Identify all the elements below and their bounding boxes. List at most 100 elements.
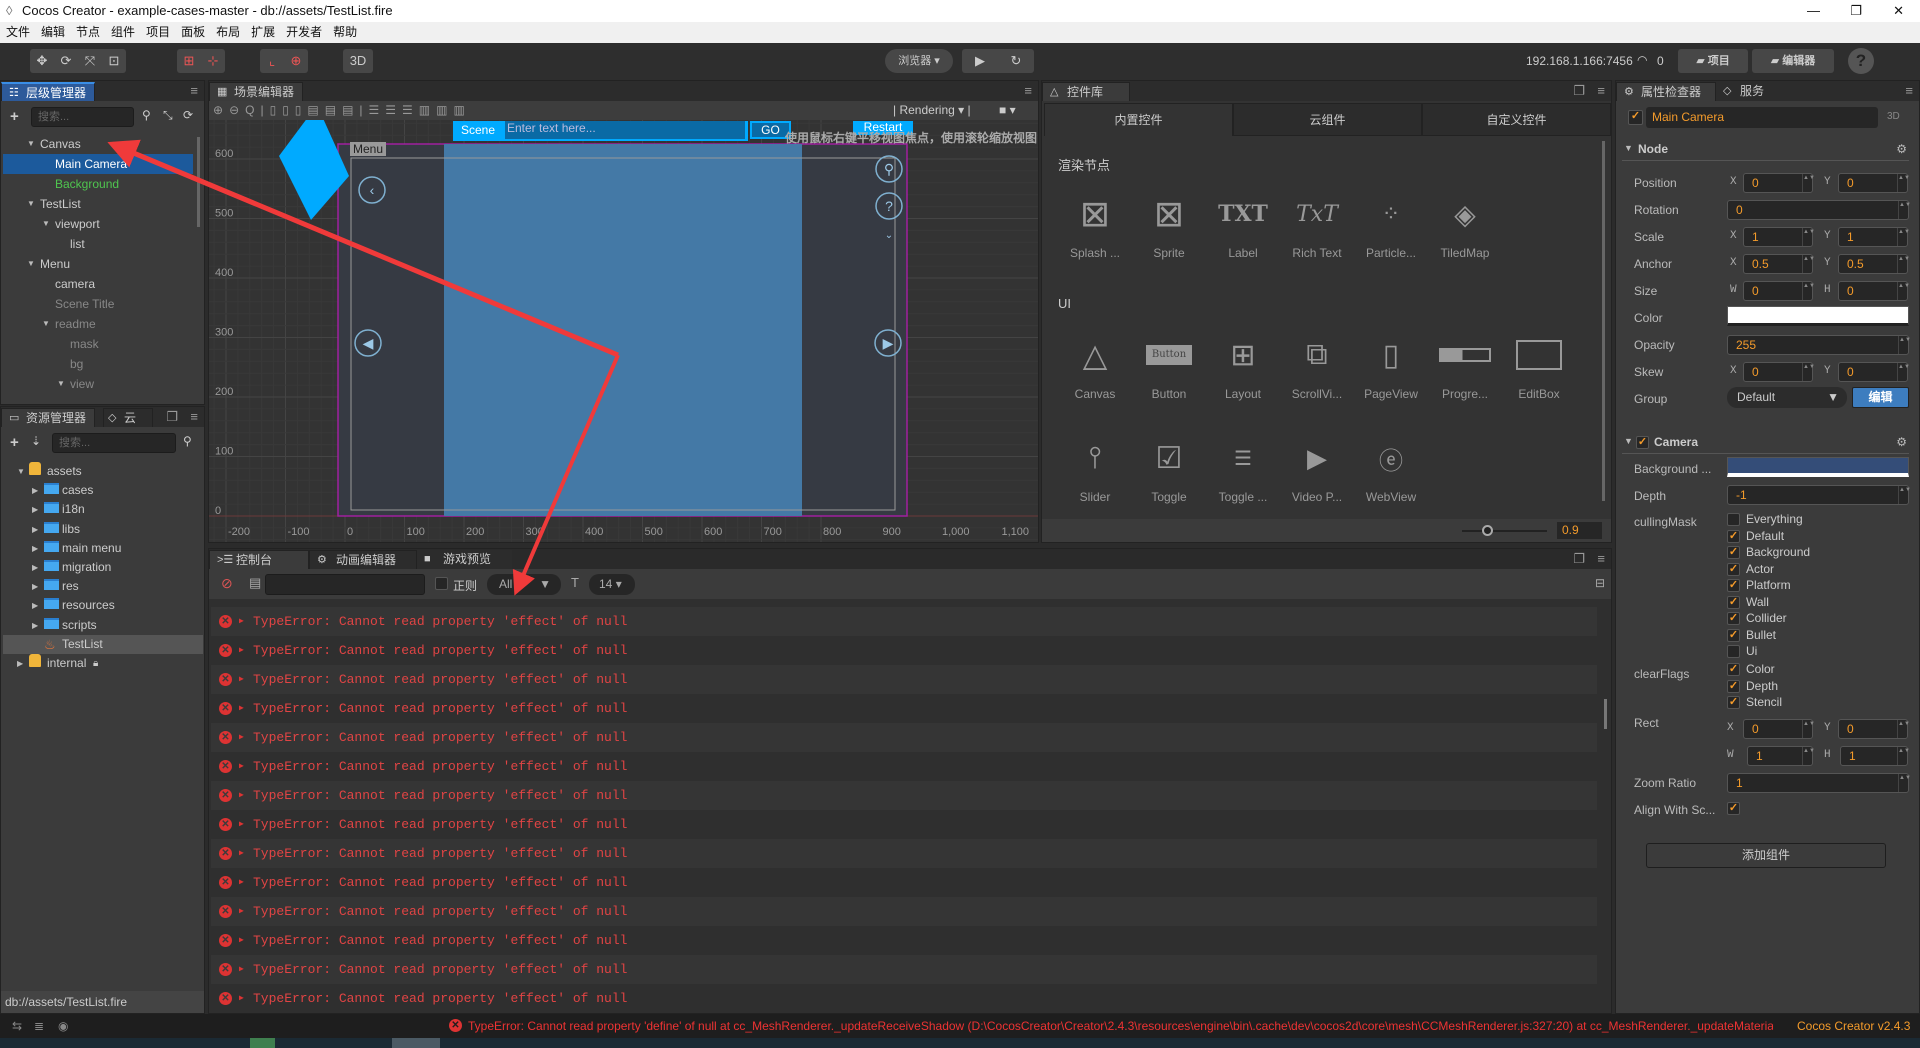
component-settings-icon[interactable]: ⚙ (1896, 435, 1907, 449)
position-y-field[interactable]: 0 ▲▼ (1838, 173, 1910, 193)
expand-arrow-icon[interactable]: ▶ (32, 558, 38, 577)
last-error-message[interactable]: TypeError: Cannot read property 'define'… (468, 1019, 1773, 1033)
add-node-icon[interactable]: + (10, 108, 19, 125)
widget-tab[interactable]: 自定义控件 (1422, 103, 1611, 136)
tree-node[interactable]: camera (3, 274, 193, 294)
expand-arrow-icon[interactable]: ▶ (239, 694, 244, 723)
menu-item[interactable]: 组件 (111, 25, 135, 39)
menu-item[interactable]: 帮助 (333, 25, 357, 39)
opacity-field[interactable]: 255 ▲▼ (1727, 335, 1911, 355)
tree-node[interactable]: bg (3, 354, 193, 374)
widget-videoplayer[interactable]: ▶ Video P... (1280, 434, 1354, 505)
expand-arrow-icon[interactable]: ▶ (32, 520, 38, 539)
menu-item[interactable]: 编辑 (41, 25, 65, 39)
widget-canvas[interactable]: △ Canvas (1058, 331, 1132, 401)
color-swatch[interactable] (1727, 306, 1909, 326)
scrollbar[interactable] (197, 137, 200, 227)
widget-progressbar[interactable]: Progre... (1428, 331, 1502, 401)
tree-node[interactable]: ▼ viewport (3, 214, 193, 234)
anchor-y-field[interactable]: 0.5 ▲▼ (1838, 254, 1910, 274)
widget-sprite-splash[interactable]: ⊠ Splash ... (1058, 190, 1132, 260)
culling-mask-checkbox[interactable]: ✓ (1727, 595, 1740, 609)
console-log-row[interactable]: ✕ ▶ TypeError: Cannot read property 'effec… (211, 868, 1597, 897)
spinner-icon[interactable]: ▲▼ (1897, 174, 1910, 192)
asset-item[interactable]: ▶ libs (3, 520, 203, 539)
spinner-icon[interactable]: ▲▼ (1802, 720, 1815, 738)
tab-cloud-functions[interactable]: ◇云函 (103, 408, 153, 427)
popout-icon[interactable]: ❐ (166, 409, 178, 425)
menu-item[interactable]: 文件 (6, 25, 30, 39)
zoom-reset-icon[interactable]: Q (245, 103, 260, 117)
expand-arrow-icon[interactable]: ▶ (239, 839, 244, 868)
clear-flag-checkbox[interactable]: ✓ (1727, 679, 1740, 693)
expand-arrow-icon[interactable]: ▶ (239, 897, 244, 926)
console-log-row[interactable]: ✕ ▶ TypeError: Cannot read property 'effec… (211, 781, 1597, 810)
scene-name-input[interactable]: Enter text here... (505, 121, 745, 139)
spinner-icon[interactable]: ▲▼ (1802, 363, 1815, 381)
expand-arrow-icon[interactable]: ▶ (239, 868, 244, 897)
spinner-icon[interactable]: ▲▼ (1897, 747, 1910, 765)
widget-togglegroup[interactable]: ☰ Toggle ... (1206, 434, 1280, 505)
spinner-icon[interactable]: ▲▼ (1897, 282, 1910, 300)
rect-h-field[interactable]: 1 ▲▼ (1840, 746, 1910, 766)
camera-select-icon[interactable]: ■ ▾ (999, 101, 1016, 120)
tab-widget-library[interactable]: △ 控件库 (1042, 82, 1130, 101)
popout-icon[interactable]: ❐ (1573, 551, 1585, 567)
expand-arrow-icon[interactable]: ▶ (239, 955, 244, 984)
tree-node[interactable]: ▼ TestList (3, 194, 193, 214)
console-log-row[interactable]: ✕ ▶ TypeError: Cannot read property 'effec… (211, 955, 1597, 984)
expand-arrow-icon[interactable]: ▶ (239, 665, 244, 694)
expand-arrow-icon[interactable]: ▶ (239, 984, 244, 1013)
expand-arrow-icon[interactable]: ▼ (42, 214, 50, 234)
scale-value[interactable]: 0.9 (1557, 522, 1602, 539)
asset-item[interactable]: ▶ resources (3, 596, 203, 615)
expand-arrow-icon[interactable]: ▶ (239, 636, 244, 665)
rect-y-field[interactable]: 0 ▲▼ (1838, 719, 1910, 739)
asset-item[interactable]: ♨ TestList (3, 634, 203, 654)
skew-x-field[interactable]: 0 ▲▼ (1743, 362, 1815, 382)
culling-mask-checkbox[interactable]: ✓ (1727, 579, 1740, 592)
spinner-icon[interactable]: ▲▼ (1802, 174, 1815, 192)
culling-mask-checkbox[interactable]: ✓ (1727, 546, 1740, 559)
widget-toggle[interactable]: ☑ Toggle (1132, 434, 1206, 505)
pivot-icon[interactable]: ⊞ (177, 49, 201, 73)
widget-tab[interactable]: 云组件 (1233, 103, 1422, 136)
tree-node[interactable]: mask (3, 334, 193, 354)
zoom-ratio-field[interactable]: 1 ▲▼ (1727, 773, 1911, 793)
widget-webview[interactable]: ⓔ WebView (1354, 434, 1428, 505)
add-asset-icon[interactable]: + (10, 434, 19, 451)
culling-mask-checkbox[interactable] (1727, 645, 1740, 658)
add-component-button[interactable]: 添加组件 (1646, 843, 1886, 868)
tab-console[interactable]: >☰ 控制台 (209, 550, 309, 569)
scrollbar[interactable] (1604, 699, 1607, 729)
widget-button[interactable]: Button Button (1132, 331, 1206, 401)
spinner-icon[interactable]: ▲▼ (1897, 255, 1910, 273)
open-editor-button[interactable]: ▰ 编辑器 (1752, 49, 1834, 73)
background-color-swatch[interactable] (1727, 457, 1909, 477)
panel-menu-icon[interactable]: ≡ (1905, 83, 1913, 98)
expand-arrow-icon[interactable]: ▼ (42, 314, 50, 334)
console-log-row[interactable]: ✕ ▶ TypeError: Cannot read property 'effec… (211, 810, 1597, 839)
close-button[interactable]: ✕ (1893, 0, 1904, 22)
position-x-field[interactable]: 0 ▲▼ (1743, 173, 1815, 193)
help-button[interactable]: ? (1848, 48, 1874, 74)
menu-item[interactable]: 项目 (146, 25, 170, 39)
group-select[interactable]: Default ▼ (1727, 387, 1847, 408)
rotate-tool-icon[interactable]: ⟳ (54, 49, 78, 73)
tab-hierarchy[interactable]: ☷ 层级管理器 (1, 82, 96, 101)
scale-tool-icon[interactable]: ⤧ (78, 49, 102, 73)
panel-menu-icon[interactable]: ≡ (190, 83, 198, 98)
widget-tab[interactable]: 内置控件 (1044, 103, 1233, 136)
menu-item[interactable]: 面板 (181, 25, 205, 39)
global-coord-icon[interactable]: ⊕ (284, 49, 308, 73)
section-collapse-icon[interactable]: ▼ (1624, 143, 1633, 153)
culling-mask-checkbox[interactable]: ✓ (1727, 529, 1740, 543)
console-log-row[interactable]: ✕ ▶ TypeError: Cannot read property 'effec… (211, 636, 1597, 665)
culling-mask-checkbox[interactable]: ✓ (1727, 628, 1740, 642)
expand-arrow-icon[interactable]: ▶ (32, 577, 38, 596)
refresh-icon[interactable]: ⟳ (183, 108, 193, 122)
popout-icon[interactable]: ❐ (1573, 83, 1585, 99)
console-log-row[interactable]: ✕ ▶ TypeError: Cannot read property 'effec… (211, 984, 1597, 1013)
collapse-arrow-icon[interactable]: ▼ (17, 462, 25, 481)
expand-arrow-icon[interactable]: ▶ (239, 810, 244, 839)
